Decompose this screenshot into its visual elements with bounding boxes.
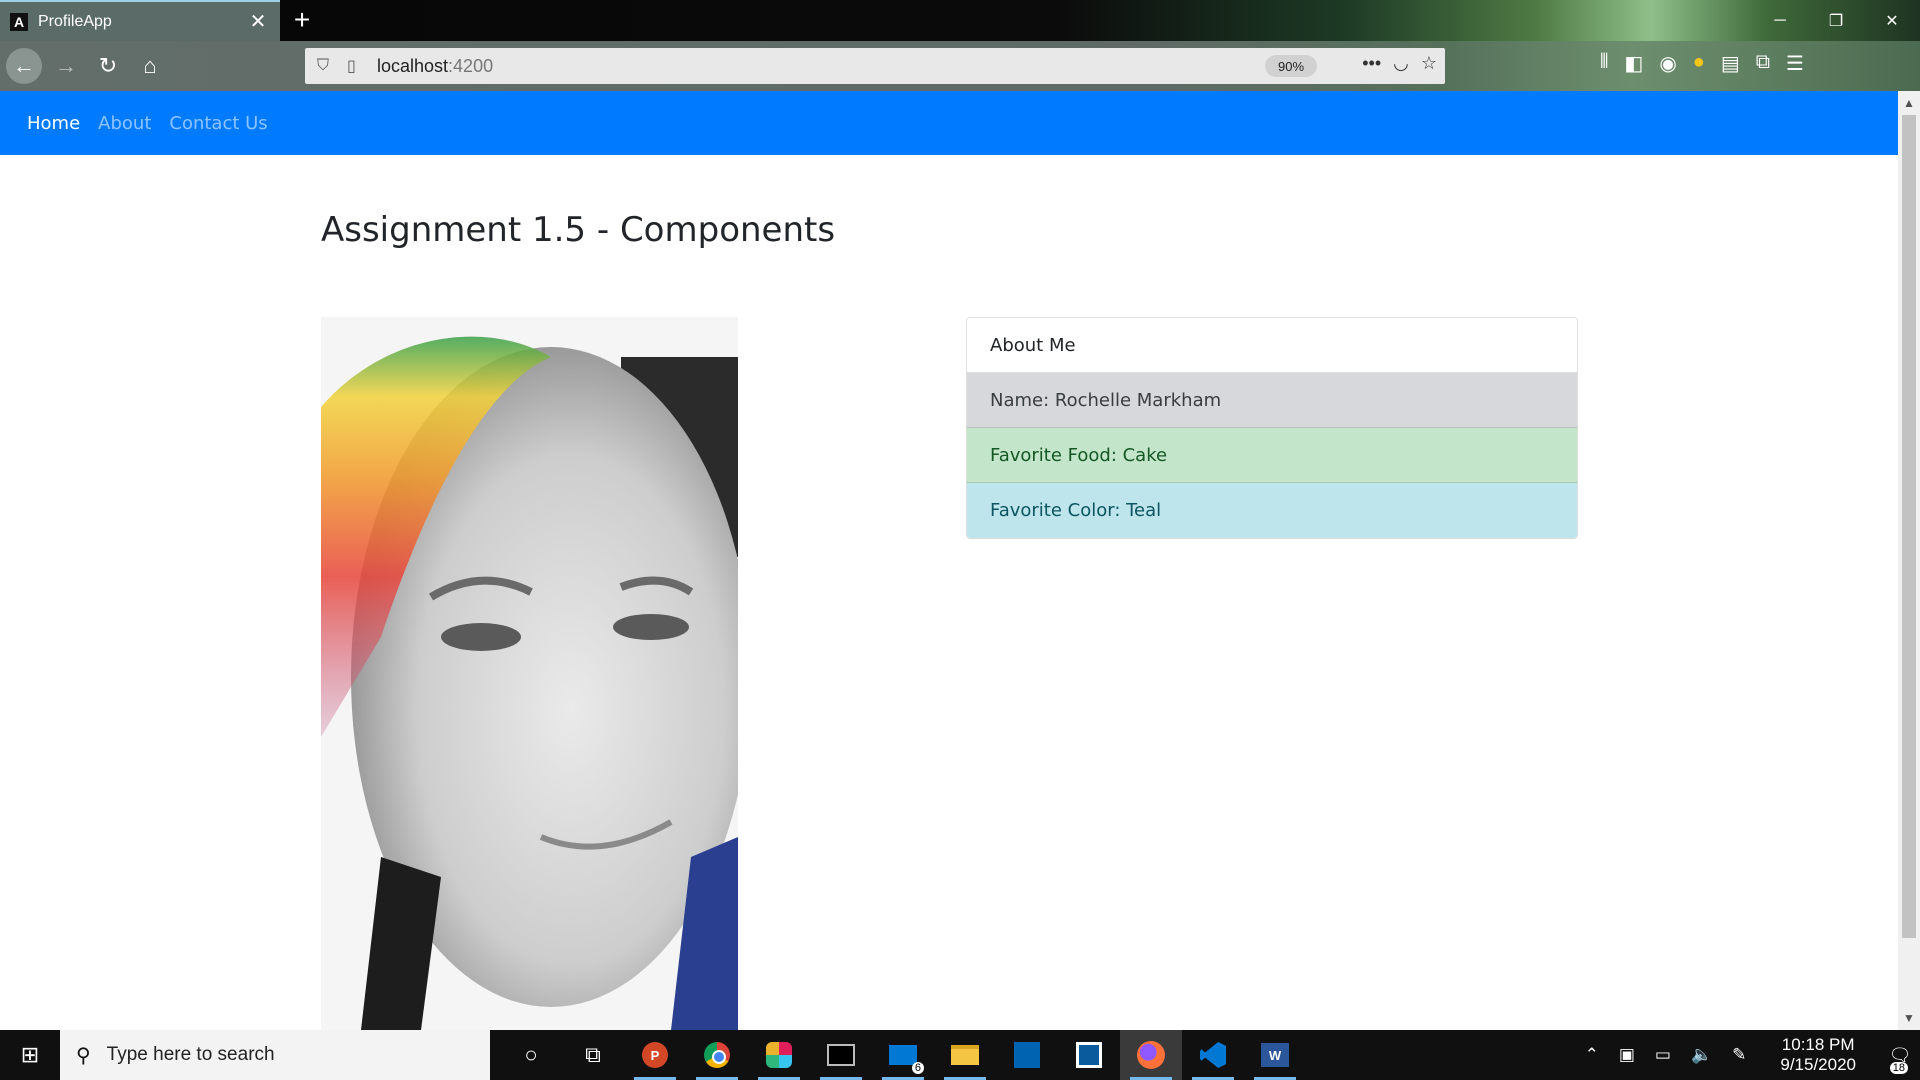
mail-icon[interactable]: 6 — [872, 1030, 934, 1080]
reload-button[interactable]: ↻ — [90, 48, 126, 84]
window-controls: ─ ❐ ✕ — [1752, 0, 1920, 41]
about-me-card: About Me Name: Rochelle Markham Favorite… — [966, 317, 1578, 539]
windows-start-icon[interactable]: ⊞ — [0, 1030, 60, 1080]
firefox-icon[interactable] — [1120, 1030, 1182, 1080]
terminal-icon[interactable] — [810, 1030, 872, 1080]
screenshot-icon[interactable]: ⧉ — [1756, 51, 1770, 76]
forward-button[interactable]: → — [48, 48, 84, 84]
bracket-app-icon[interactable] — [1058, 1030, 1120, 1080]
reader-icon[interactable]: ▤ — [1721, 51, 1740, 76]
site-navbar: Home About Contact Us — [0, 91, 1898, 155]
new-tab-button[interactable]: + — [286, 4, 318, 36]
tab-close-icon[interactable]: ✕ — [246, 9, 270, 34]
nav-link-about[interactable]: About — [98, 113, 151, 134]
pocket-icon[interactable]: ◡ — [1393, 53, 1409, 74]
clock-date: 9/15/2020 — [1780, 1055, 1856, 1074]
search-icon: ⚲ — [76, 1044, 91, 1067]
zoom-indicator[interactable]: 90% — [1265, 55, 1317, 77]
close-window-icon[interactable]: ✕ — [1864, 0, 1920, 41]
mail-badge: 6 — [911, 1062, 924, 1074]
profile-photo — [321, 317, 738, 1030]
shield-icon[interactable]: ⛉ — [317, 57, 341, 75]
sidebar-icon[interactable]: ◧ — [1624, 51, 1643, 76]
list-item-name: Name: Rochelle Markham — [967, 373, 1577, 428]
cortana-icon[interactable]: ○ — [500, 1030, 562, 1080]
browser-tab-strip: A ProfileApp ✕ + ─ ❐ ✕ — [0, 0, 1920, 41]
list-item-food: Favorite Food: Cake — [967, 428, 1577, 483]
tray-app-icon[interactable]: ▣ — [1619, 1045, 1635, 1065]
bookmark-star-icon[interactable]: ☆ — [1421, 53, 1437, 74]
clock[interactable]: 10:18 PM 9/15/2020 — [1770, 1035, 1866, 1075]
restore-icon[interactable]: ❐ — [1808, 0, 1864, 41]
taskbar-apps: ○ ⧉ P 6 W — [500, 1030, 1306, 1080]
system-tray: ⌃ ▣ ▭ 🔈 ✎ 10:18 PM 9/15/2020 🗨 18 — [1575, 1030, 1920, 1080]
library-icon[interactable]: ⫴ — [1600, 51, 1608, 76]
back-button[interactable]: ← — [6, 48, 42, 84]
task-view-icon[interactable]: ⧉ — [562, 1030, 624, 1080]
slack-icon[interactable] — [748, 1030, 810, 1080]
clock-time: 10:18 PM — [1781, 1035, 1855, 1054]
browser-toolbar: ← → ↻ ⌂ ⛉ ▯ localhost :4200 90% ••• ◡ ☆ … — [0, 41, 1920, 91]
address-bar[interactable]: ⛉ ▯ localhost :4200 90% ••• ◡ ☆ — [305, 48, 1445, 84]
scroll-thumb[interactable] — [1902, 115, 1916, 938]
url-actions: ••• ◡ ☆ — [1362, 53, 1437, 74]
file-explorer-icon[interactable] — [934, 1030, 996, 1080]
notification-center-icon[interactable]: 🗨 18 — [1880, 1045, 1920, 1074]
notification-count: 18 — [1889, 1061, 1908, 1074]
word-icon[interactable]: W — [1244, 1030, 1306, 1080]
search-placeholder: Type here to search — [106, 1044, 275, 1065]
chevron-up-icon[interactable]: ⌃ — [1585, 1045, 1599, 1065]
pen-icon[interactable]: ✎ — [1732, 1045, 1746, 1065]
scroll-down-arrow-icon[interactable]: ▼ — [1898, 1008, 1920, 1028]
volume-icon[interactable]: 🔈 — [1691, 1045, 1712, 1065]
nav-link-home[interactable]: Home — [27, 113, 80, 134]
account-icon[interactable]: ◉ — [1659, 51, 1676, 76]
menu-icon[interactable]: ☰ — [1786, 51, 1804, 76]
page-info-icon[interactable]: ▯ — [347, 56, 377, 76]
page-scrollbar[interactable]: ▲ ▼ — [1898, 91, 1920, 1030]
angular-favicon-icon: A — [10, 12, 28, 31]
tab-title: ProfileApp — [38, 12, 112, 30]
more-actions-icon[interactable]: ••• — [1362, 53, 1381, 74]
photos-icon[interactable] — [996, 1030, 1058, 1080]
windows-taskbar: ⊞ ⚲ Type here to search ○ ⧉ P 6 W ⌃ ▣ ▭ … — [0, 1030, 1920, 1080]
toolbar-icons: ⫴ ◧ ◉ ● ▤ ⧉ ☰ — [1600, 51, 1804, 76]
url-host: localhost — [377, 55, 449, 76]
url-port: :4200 — [448, 55, 494, 76]
extension-icon[interactable]: ● — [1693, 51, 1705, 76]
scroll-up-arrow-icon[interactable]: ▲ — [1898, 93, 1920, 113]
nav-link-contact[interactable]: Contact Us — [169, 113, 267, 134]
home-button[interactable]: ⌂ — [132, 48, 168, 84]
page-title: Assignment 1.5 - Components — [321, 210, 836, 250]
battery-icon[interactable]: ▭ — [1655, 1045, 1671, 1065]
list-item-color: Favorite Color: Teal — [967, 483, 1577, 538]
card-header: About Me — [967, 318, 1577, 373]
vscode-icon[interactable] — [1182, 1030, 1244, 1080]
minimize-icon[interactable]: ─ — [1752, 0, 1808, 41]
chrome-icon[interactable] — [686, 1030, 748, 1080]
browser-tab[interactable]: A ProfileApp ✕ — [0, 0, 280, 41]
taskbar-search[interactable]: ⚲ Type here to search — [60, 1030, 490, 1080]
powerpoint-icon[interactable]: P — [624, 1030, 686, 1080]
